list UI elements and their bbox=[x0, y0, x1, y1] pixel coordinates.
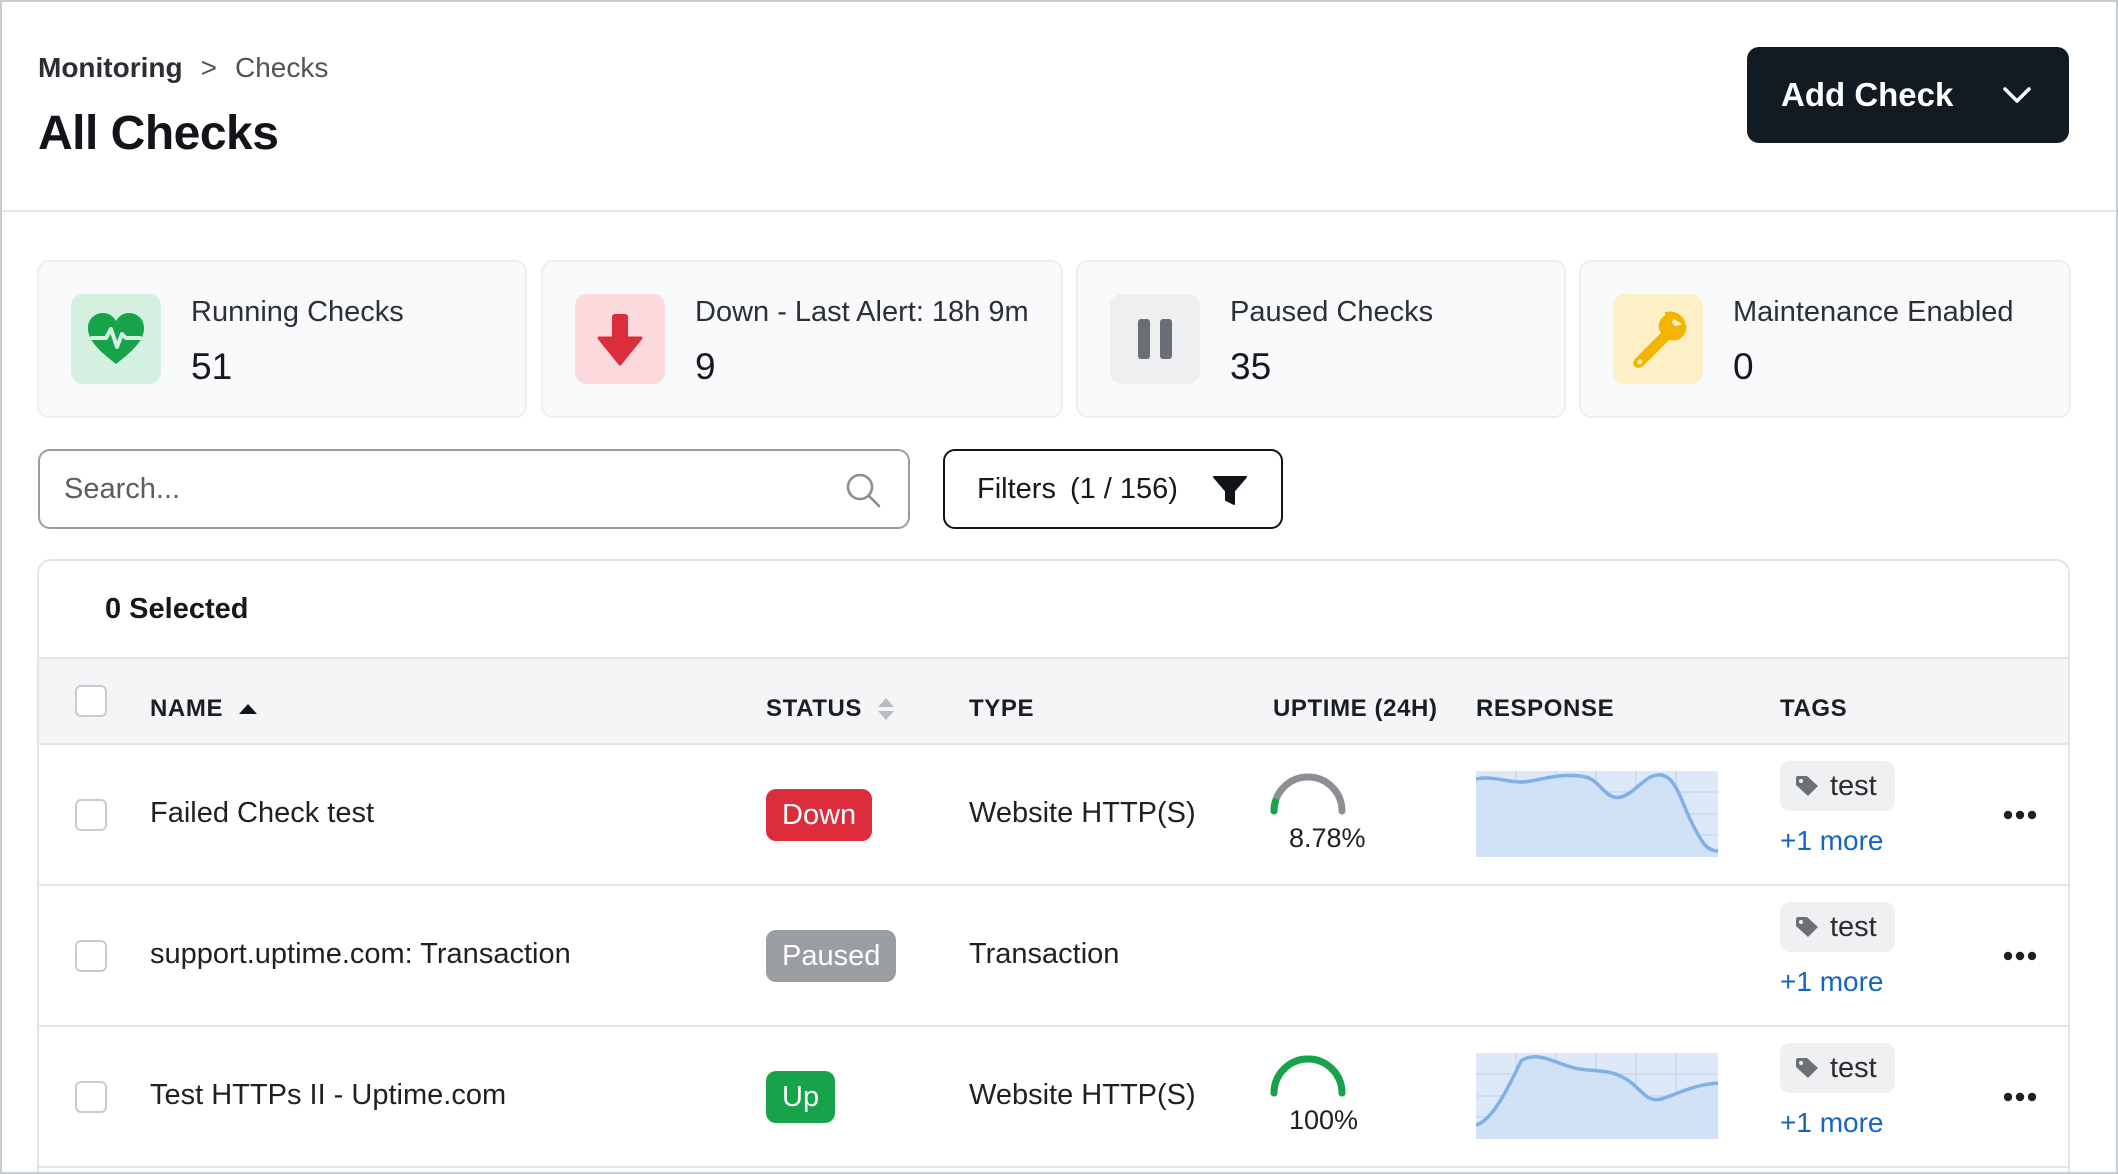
uptime-value: 100% bbox=[1289, 1105, 1359, 1135]
heartbeat-icon bbox=[88, 313, 144, 364]
tag-chip[interactable]: test bbox=[1780, 1043, 1895, 1093]
column-tags-label: TAGS bbox=[1780, 695, 1848, 722]
sort-icon[interactable] bbox=[876, 695, 896, 723]
column-uptime-label: UPTIME (24H) bbox=[1273, 695, 1438, 722]
stat-card-down[interactable]: Down - Last Alert: 18h 9m 9 bbox=[541, 260, 1063, 418]
row-checkbox[interactable] bbox=[75, 799, 107, 831]
status-badge: Paused bbox=[766, 930, 897, 982]
status-badge: Down bbox=[766, 789, 873, 841]
funnel-icon bbox=[1213, 476, 1247, 505]
tag-icon bbox=[1796, 917, 1818, 937]
stat-icon-box bbox=[1613, 294, 1703, 384]
check-type: Transaction bbox=[969, 938, 1120, 970]
more-tags-link[interactable]: +1 more bbox=[1780, 966, 1884, 998]
row-checkbox[interactable] bbox=[75, 1081, 107, 1113]
tag-label: test bbox=[1830, 910, 1877, 943]
stat-label: Maintenance Enabled bbox=[1733, 296, 2014, 328]
tag-chip[interactable]: test bbox=[1780, 761, 1895, 811]
more-tags-link[interactable]: +1 more bbox=[1780, 825, 1884, 857]
arrow-down-icon bbox=[597, 314, 643, 366]
column-status[interactable]: STATUS bbox=[766, 695, 896, 723]
status-badge: Up bbox=[766, 1071, 836, 1123]
sort-ascending-icon[interactable] bbox=[237, 702, 259, 716]
check-type: Website HTTP(S) bbox=[969, 797, 1196, 829]
column-name-label: NAME bbox=[150, 695, 224, 722]
breadcrumb: Monitoring > Checks bbox=[38, 52, 328, 84]
stat-card-running[interactable]: Running Checks 51 bbox=[37, 260, 527, 418]
add-check-button[interactable]: Add Check bbox=[1747, 47, 2069, 143]
table-header: NAME STATUS TYPE UPTIME (24H) RESPONSE T… bbox=[39, 657, 2068, 745]
column-uptime: UPTIME (24H) bbox=[1273, 695, 1438, 723]
checks-table: 0 Selected NAME STATUS TYPE UPTIME (24H)… bbox=[37, 559, 2070, 1172]
stat-label: Paused Checks bbox=[1230, 296, 1434, 328]
breadcrumb-separator: > bbox=[200, 52, 217, 83]
filters-button[interactable]: Filters (1 / 156) bbox=[943, 449, 1283, 529]
filters-count: (1 / 156) bbox=[1069, 472, 1178, 505]
response-sparkline bbox=[1476, 771, 1718, 857]
column-tags: TAGS bbox=[1780, 695, 1847, 723]
table-row[interactable]: Failed Check test Down Website HTTP(S) 8… bbox=[39, 745, 2068, 886]
column-type-label: TYPE bbox=[969, 695, 1035, 722]
uptime-value: 8.78% bbox=[1289, 823, 1366, 853]
pause-icon bbox=[1138, 319, 1172, 359]
check-name[interactable]: Test HTTPs II - Uptime.com bbox=[150, 1079, 506, 1112]
stat-label: Running Checks bbox=[191, 296, 404, 328]
row-checkbox[interactable] bbox=[75, 940, 107, 972]
stat-icon-box bbox=[71, 294, 161, 384]
stat-card-maintenance[interactable]: Maintenance Enabled 0 bbox=[1579, 260, 2071, 418]
filters-label: Filters bbox=[977, 472, 1056, 505]
column-name[interactable]: NAME bbox=[150, 695, 259, 723]
check-name[interactable]: support.uptime.com: Transaction bbox=[150, 938, 571, 971]
search-icon[interactable] bbox=[844, 471, 882, 509]
breadcrumb-monitoring[interactable]: Monitoring bbox=[38, 52, 183, 84]
row-actions-menu-icon[interactable] bbox=[2002, 1091, 2038, 1103]
column-type: TYPE bbox=[969, 695, 1034, 723]
breadcrumb-checks: Checks bbox=[234, 52, 329, 83]
chevron-down-icon[interactable] bbox=[1999, 77, 2035, 113]
page-title: All Checks bbox=[38, 107, 279, 160]
stat-value: 9 bbox=[695, 346, 716, 387]
stat-value: 51 bbox=[191, 346, 233, 387]
check-type: Website HTTP(S) bbox=[969, 1079, 1196, 1111]
column-status-label: STATUS bbox=[766, 695, 863, 722]
uptime-gauge bbox=[1270, 1055, 1346, 1097]
column-response-label: RESPONSE bbox=[1476, 695, 1615, 722]
search-input[interactable] bbox=[64, 451, 844, 527]
search-box bbox=[38, 449, 910, 529]
add-check-label: Add Check bbox=[1781, 76, 1954, 113]
tag-icon bbox=[1796, 1058, 1818, 1078]
stat-icon-box bbox=[575, 294, 665, 384]
response-sparkline bbox=[1476, 1053, 1718, 1139]
tag-label: test bbox=[1830, 1051, 1877, 1084]
tag-chip[interactable]: test bbox=[1780, 902, 1895, 952]
stat-icon-box bbox=[1110, 294, 1200, 384]
select-all-checkbox[interactable] bbox=[75, 685, 107, 717]
column-response: RESPONSE bbox=[1476, 695, 1614, 723]
stat-value: 0 bbox=[1733, 346, 1754, 387]
tag-icon bbox=[1796, 776, 1818, 796]
row-actions-menu-icon[interactable] bbox=[2002, 809, 2038, 821]
app-frame: Monitoring > Checks All Checks Add Check… bbox=[0, 0, 2118, 1174]
stat-value: 35 bbox=[1230, 346, 1272, 387]
header-divider bbox=[2, 210, 2116, 212]
wrench-icon bbox=[1633, 311, 1687, 368]
stat-label: Down - Last Alert: 18h 9m bbox=[695, 296, 1029, 328]
tag-label: test bbox=[1830, 769, 1877, 802]
table-row[interactable]: support.uptime.com: Transaction Paused T… bbox=[39, 886, 2068, 1027]
stat-card-paused[interactable]: Paused Checks 35 bbox=[1076, 260, 1566, 418]
table-row[interactable]: Test HTTPs II - Uptime.com Up Website HT… bbox=[39, 1027, 2068, 1168]
check-name[interactable]: Failed Check test bbox=[150, 797, 374, 830]
uptime-gauge bbox=[1270, 773, 1346, 815]
row-actions-menu-icon[interactable] bbox=[2002, 950, 2038, 962]
more-tags-link[interactable]: +1 more bbox=[1780, 1107, 1884, 1139]
selected-count: 0 Selected bbox=[105, 593, 249, 625]
